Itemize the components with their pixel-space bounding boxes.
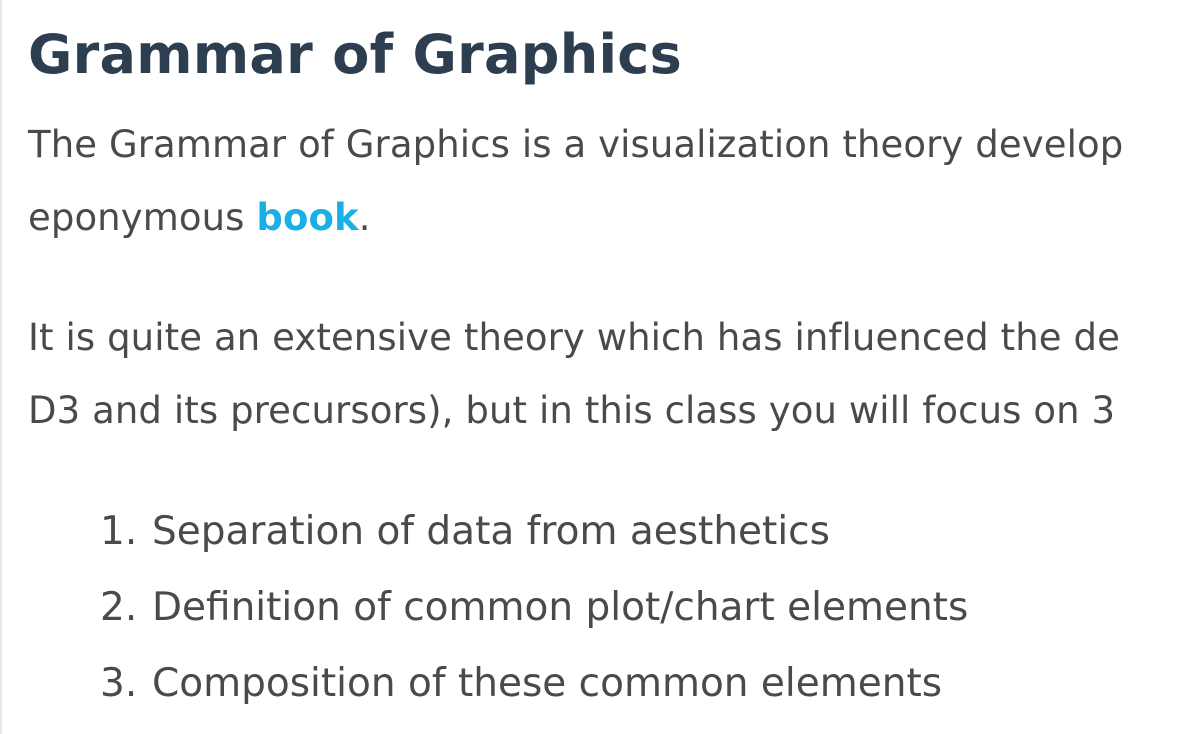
list-item-number: 2. [100, 585, 138, 630]
list-item: 2. Definition of common plot/chart elemen… [100, 570, 968, 646]
list-item: 1. Separation of data from aesthetics [100, 494, 968, 570]
list-item-number: 1. [100, 509, 138, 554]
focus-list: 1. Separation of data from aesthetics 2. D… [100, 494, 968, 722]
theory-line-1: It is quite an extensive theory which ha… [28, 316, 1120, 359]
left-border [0, 0, 2, 734]
list-item-text: Separation of data from aesthetics [152, 509, 830, 554]
book-link[interactable]: book [256, 196, 358, 239]
list-item-number: 3. [100, 661, 138, 706]
intro-paragraph: The Grammar of Graphics is a visualizati… [28, 108, 1123, 254]
intro-line-2-prefix: eponymous [28, 196, 257, 239]
intro-line-2-suffix: . [358, 196, 371, 239]
intro-line-1: The Grammar of Graphics is a visualizati… [28, 123, 1124, 166]
page-title: Grammar of Graphics [28, 23, 683, 86]
theory-line-2: D3 and its precursors), but in this clas… [28, 389, 1116, 432]
theory-paragraph: It is quite an extensive theory which ha… [28, 301, 1120, 447]
list-item-text: Definition of common plot/chart elements [152, 585, 969, 630]
list-item-text: Composition of these common elements [152, 661, 943, 706]
list-item: 3. Composition of these common elements [100, 646, 968, 722]
